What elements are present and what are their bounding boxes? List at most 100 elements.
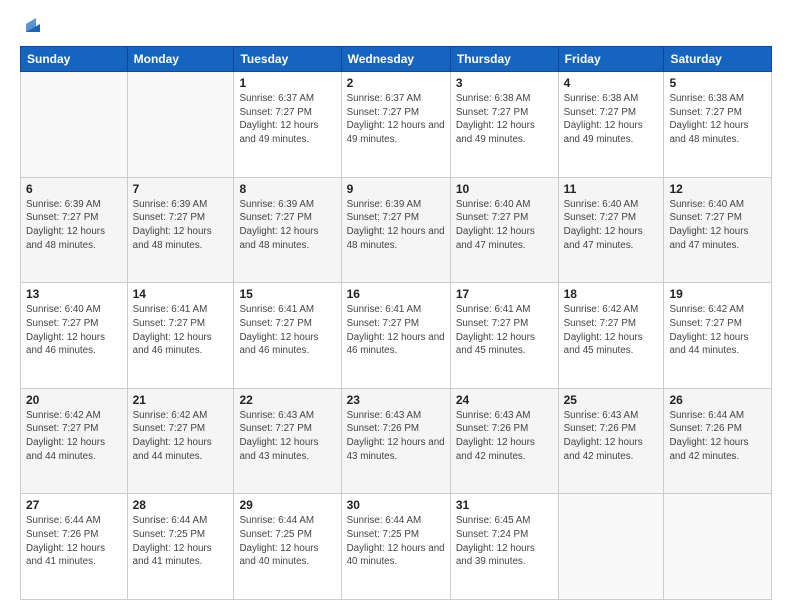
calendar-cell: 15 Sunrise: 6:41 AM Sunset: 7:27 PM Dayli… xyxy=(234,283,341,389)
day-info: Sunrise: 6:42 AM Sunset: 7:27 PM Dayligh… xyxy=(133,409,229,464)
calendar-cell: 21Sunrise: 6:42 AM Sunset: 7:27 PM Dayli… xyxy=(127,388,234,494)
calendar-cell: 2 Sunrise: 6:37 AM Sunset: 7:27 PM Daylig… xyxy=(341,72,450,178)
calendar-cell xyxy=(21,72,128,178)
calendar-cell: 27 Sunrise: 6:44 AM Sunset: 7:26 PM Dayli… xyxy=(21,494,128,600)
day-info: Sunrise: 6:44 AM Sunset: 7:25 PM Dayligh… xyxy=(239,514,335,569)
day-number: 26 xyxy=(669,393,766,407)
day-number: 15 xyxy=(239,287,335,301)
day-info: Sunrise: 6:43 AM Sunset: 7:26 PM Dayligh… xyxy=(347,409,445,464)
day-info: Sunrise: 6:44 AM Sunset: 7:25 PM Dayligh… xyxy=(347,514,445,569)
day-info: Sunrise: 6:38 AM Sunset: 7:27 PM Dayligh… xyxy=(564,92,659,147)
day-info: Sunrise: 6:45 AM Sunset: 7:24 PM Dayligh… xyxy=(456,514,553,569)
calendar-day-header: Saturday xyxy=(664,47,772,72)
day-info: Sunrise: 6:39 AM Sunset: 7:27 PM Dayligh… xyxy=(239,198,335,253)
day-info: Sunrise: 6:42 AM Sunset: 7:27 PM Dayligh… xyxy=(564,303,659,358)
day-info: Sunrise: 6:40 AM Sunset: 7:27 PM Dayligh… xyxy=(456,198,553,253)
day-number: 16 xyxy=(347,287,445,301)
day-info: Sunrise: 6:44 AM Sunset: 7:26 PM Dayligh… xyxy=(26,514,122,569)
calendar-cell: 7 Sunrise: 6:39 AM Sunset: 7:27 PM Daylig… xyxy=(127,177,234,283)
day-info: Sunrise: 6:41 AM Sunset: 7:27 PM Dayligh… xyxy=(239,303,335,358)
day-info: Sunrise: 6:39 AM Sunset: 7:27 PM Dayligh… xyxy=(347,198,445,253)
logo xyxy=(20,18,44,36)
calendar-cell: 28 Sunrise: 6:44 AM Sunset: 7:25 PM Dayli… xyxy=(127,494,234,600)
calendar-table: SundayMondayTuesdayWednesdayThursdayFrid… xyxy=(20,46,772,600)
calendar-week-row: 13 Sunrise: 6:40 AM Sunset: 7:27 PM Dayli… xyxy=(21,283,772,389)
calendar-cell: 22Sunrise: 6:43 AM Sunset: 7:27 PM Dayli… xyxy=(234,388,341,494)
calendar-cell: 19 Sunrise: 6:42 AM Sunset: 7:27 PM Dayli… xyxy=(664,283,772,389)
day-number: 13 xyxy=(26,287,122,301)
day-info: Sunrise: 6:39 AM Sunset: 7:27 PM Dayligh… xyxy=(26,198,122,253)
calendar-cell xyxy=(127,72,234,178)
calendar-cell: 26 Sunrise: 6:44 AM Sunset: 7:26 PM Dayli… xyxy=(664,388,772,494)
day-info: Sunrise: 6:43 AM Sunset: 7:26 PM Dayligh… xyxy=(564,409,659,464)
day-number: 3 xyxy=(456,76,553,90)
day-number: 10 xyxy=(456,182,553,196)
day-number: 8 xyxy=(239,182,335,196)
calendar-cell: 3Sunrise: 6:38 AM Sunset: 7:27 PM Daylig… xyxy=(450,72,558,178)
calendar-cell: 12 Sunrise: 6:40 AM Sunset: 7:27 PM Dayli… xyxy=(664,177,772,283)
day-number: 4 xyxy=(564,76,659,90)
calendar-cell xyxy=(558,494,664,600)
day-number: 19 xyxy=(669,287,766,301)
day-info: Sunrise: 6:44 AM Sunset: 7:25 PM Dayligh… xyxy=(133,514,229,569)
day-number: 7 xyxy=(133,182,229,196)
calendar-cell xyxy=(664,494,772,600)
calendar-cell: 30 Sunrise: 6:44 AM Sunset: 7:25 PM Dayli… xyxy=(341,494,450,600)
calendar-cell: 6 Sunrise: 6:39 AM Sunset: 7:27 PM Daylig… xyxy=(21,177,128,283)
day-number: 14 xyxy=(133,287,229,301)
day-number: 2 xyxy=(347,76,445,90)
calendar-cell: 29 Sunrise: 6:44 AM Sunset: 7:25 PM Dayli… xyxy=(234,494,341,600)
calendar-week-row: 6 Sunrise: 6:39 AM Sunset: 7:27 PM Daylig… xyxy=(21,177,772,283)
day-info: Sunrise: 6:39 AM Sunset: 7:27 PM Dayligh… xyxy=(133,198,229,253)
day-number: 25 xyxy=(564,393,659,407)
day-info: Sunrise: 6:40 AM Sunset: 7:27 PM Dayligh… xyxy=(26,303,122,358)
day-number: 20 xyxy=(26,393,122,407)
calendar-cell: 17 Sunrise: 6:41 AM Sunset: 7:27 PM Dayli… xyxy=(450,283,558,389)
day-info: Sunrise: 6:41 AM Sunset: 7:27 PM Dayligh… xyxy=(133,303,229,358)
day-number: 22 xyxy=(239,393,335,407)
calendar-day-header: Wednesday xyxy=(341,47,450,72)
calendar-day-header: Tuesday xyxy=(234,47,341,72)
calendar-day-header: Friday xyxy=(558,47,664,72)
calendar-cell: 10 Sunrise: 6:40 AM Sunset: 7:27 PM Dayli… xyxy=(450,177,558,283)
calendar-header-row: SundayMondayTuesdayWednesdayThursdayFrid… xyxy=(21,47,772,72)
calendar-cell: 18 Sunrise: 6:42 AM Sunset: 7:27 PM Dayli… xyxy=(558,283,664,389)
calendar-day-header: Monday xyxy=(127,47,234,72)
day-number: 1 xyxy=(239,76,335,90)
calendar-cell: 31 Sunrise: 6:45 AM Sunset: 7:24 PM Dayli… xyxy=(450,494,558,600)
day-number: 24 xyxy=(456,393,553,407)
day-info: Sunrise: 6:42 AM Sunset: 7:27 PM Dayligh… xyxy=(669,303,766,358)
calendar-cell: 16 Sunrise: 6:41 AM Sunset: 7:27 PM Dayli… xyxy=(341,283,450,389)
day-info: Sunrise: 6:37 AM Sunset: 7:27 PM Dayligh… xyxy=(347,92,445,147)
day-number: 31 xyxy=(456,498,553,512)
calendar-cell: 25 Sunrise: 6:43 AM Sunset: 7:26 PM Dayli… xyxy=(558,388,664,494)
calendar-cell: 4 Sunrise: 6:38 AM Sunset: 7:27 PM Daylig… xyxy=(558,72,664,178)
calendar-cell: 11 Sunrise: 6:40 AM Sunset: 7:27 PM Dayli… xyxy=(558,177,664,283)
day-number: 5 xyxy=(669,76,766,90)
day-info: Sunrise: 6:41 AM Sunset: 7:27 PM Dayligh… xyxy=(456,303,553,358)
day-number: 18 xyxy=(564,287,659,301)
day-number: 9 xyxy=(347,182,445,196)
calendar-day-header: Thursday xyxy=(450,47,558,72)
calendar-cell: 20Sunrise: 6:42 AM Sunset: 7:27 PM Dayli… xyxy=(21,388,128,494)
day-number: 27 xyxy=(26,498,122,512)
day-number: 12 xyxy=(669,182,766,196)
day-info: Sunrise: 6:44 AM Sunset: 7:26 PM Dayligh… xyxy=(669,409,766,464)
day-number: 11 xyxy=(564,182,659,196)
day-number: 29 xyxy=(239,498,335,512)
page: SundayMondayTuesdayWednesdayThursdayFrid… xyxy=(0,0,792,612)
day-info: Sunrise: 6:40 AM Sunset: 7:27 PM Dayligh… xyxy=(669,198,766,253)
day-info: Sunrise: 6:41 AM Sunset: 7:27 PM Dayligh… xyxy=(347,303,445,358)
logo-icon xyxy=(22,14,44,36)
day-number: 30 xyxy=(347,498,445,512)
day-number: 17 xyxy=(456,287,553,301)
day-number: 6 xyxy=(26,182,122,196)
day-number: 28 xyxy=(133,498,229,512)
header xyxy=(20,18,772,36)
calendar-day-header: Sunday xyxy=(21,47,128,72)
day-number: 23 xyxy=(347,393,445,407)
day-info: Sunrise: 6:38 AM Sunset: 7:27 PM Dayligh… xyxy=(669,92,766,147)
calendar-cell: 14 Sunrise: 6:41 AM Sunset: 7:27 PM Dayli… xyxy=(127,283,234,389)
day-info: Sunrise: 6:40 AM Sunset: 7:27 PM Dayligh… xyxy=(564,198,659,253)
calendar-week-row: 20 Sunrise: 6:42 AM Sunset: 7:27 PM Dayli… xyxy=(21,388,772,494)
